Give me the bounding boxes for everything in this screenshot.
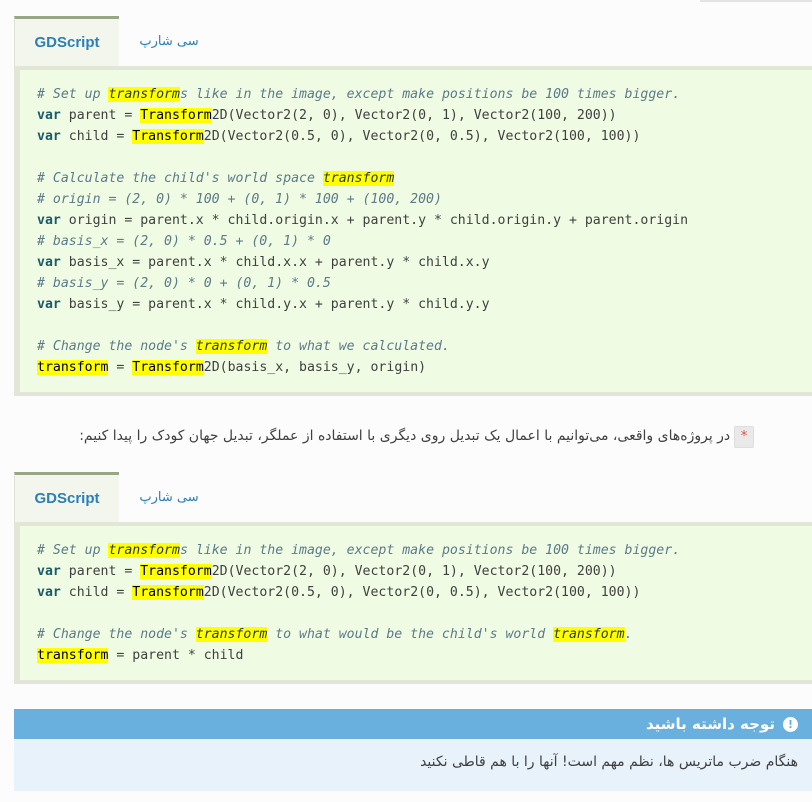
code-frame: # Set up transforms like in the image, e… [14, 522, 812, 684]
note-header: ! توجه داشته باشید [14, 709, 812, 739]
code-line: var basis_y = parent.x * child.y.x + par… [37, 297, 490, 312]
code-line: # Change the node's transform to what wo… [37, 627, 633, 642]
exclamation-circle-icon: ! [783, 716, 798, 732]
code-line: # Change the node's transform to what we… [37, 339, 450, 354]
code-line: var child = Transform2D(Vector2(0.5, 0),… [37, 129, 641, 144]
code-tabs: GDScript سی شارپ [14, 472, 812, 522]
code-line: var child = Transform2D(Vector2(0.5, 0),… [37, 585, 641, 600]
code-line: var parent = Transform2D(Vector2(2, 0), … [37, 108, 617, 123]
code-line: # Set up transforms like in the image, e… [37, 87, 681, 102]
paragraph: *در پروژه‌های واقعی، می‌توانیم با اعمال … [14, 423, 754, 449]
paragraph-text: در پروژه‌های واقعی، می‌توانیم با اعمال ی… [79, 428, 731, 444]
code-line: # basis_x = (2, 0) * 0.5 + (0, 1) * 0 [37, 234, 331, 249]
note-title: توجه داشته باشید [645, 715, 775, 733]
code-line: transform = Transform2D(basis_x, basis_y… [37, 360, 427, 375]
code-block-2: GDScript سی شارپ # Set up transforms lik… [14, 472, 812, 684]
tab-csharp[interactable]: سی شارپ [119, 16, 219, 66]
code-line: transform = parent * child [37, 648, 244, 663]
tab-gdscript[interactable]: GDScript [14, 16, 119, 66]
code-line: var parent = Transform2D(Vector2(2, 0), … [37, 564, 617, 579]
code-block-1: GDScript سی شارپ # Set up transforms lik… [14, 16, 812, 396]
code-line: # origin = (2, 0) * 100 + (0, 1) * 100 +… [37, 192, 442, 207]
top-divider [700, 0, 812, 2]
code-frame: # Set up transforms like in the image, e… [14, 66, 812, 396]
note-admonition: ! توجه داشته باشید هنگام ضرب ماتریس ها، … [14, 709, 812, 791]
code-line: # basis_y = (2, 0) * 0 + (0, 1) * 0.5 [37, 276, 331, 291]
tab-csharp[interactable]: سی شارپ [119, 472, 219, 522]
code-line: var basis_x = parent.x * child.x.x + par… [37, 255, 490, 270]
code-line: # Calculate the child's world space tran… [37, 171, 395, 186]
code-line: # Set up transforms like in the image, e… [37, 543, 681, 558]
code-content: # Set up transforms like in the image, e… [20, 526, 812, 680]
tab-gdscript[interactable]: GDScript [14, 472, 119, 522]
code-tabs: GDScript سی شارپ [14, 16, 812, 66]
note-body: هنگام ضرب ماتریس ها، نظم مهم است! آنها ر… [420, 754, 798, 770]
operator-code: * [734, 426, 754, 448]
code-content: # Set up transforms like in the image, e… [20, 70, 812, 392]
code-line: var origin = parent.x * child.origin.x +… [37, 213, 689, 228]
